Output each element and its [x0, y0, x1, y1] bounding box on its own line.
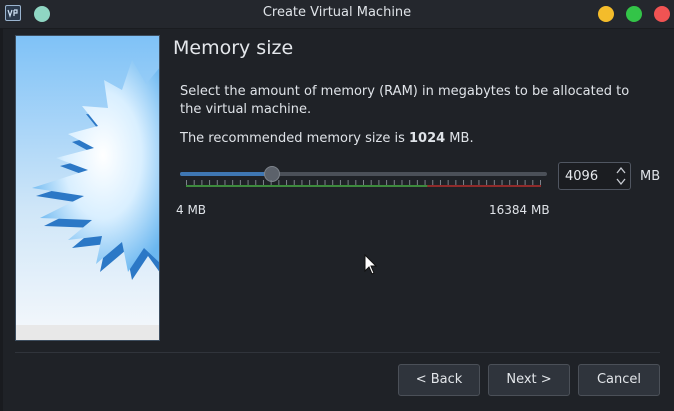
recommend-prefix: The recommended memory size is — [180, 131, 409, 146]
chevron-down-icon[interactable] — [615, 176, 627, 187]
memory-slider-fill — [180, 172, 272, 176]
window-edge — [0, 28, 3, 411]
memory-input[interactable] — [565, 168, 609, 184]
wizard-image — [15, 35, 160, 341]
footer-separator — [15, 352, 660, 353]
memory-max-label: 16384 MB — [489, 203, 550, 217]
page-title: Memory size — [173, 37, 294, 59]
recommended-value: 1024 — [408, 131, 446, 146]
chevron-up-icon[interactable] — [615, 165, 627, 176]
recommended-memory-text: The recommended memory size is 1024 MB. — [180, 131, 474, 146]
mouse-pointer-icon — [364, 254, 378, 275]
memory-slider-ticks — [186, 180, 541, 187]
recommended-range-bar — [186, 185, 428, 187]
next-button[interactable]: Next > — [488, 364, 570, 396]
memory-spinbox[interactable] — [558, 162, 631, 190]
page-description: Select the amount of memory (RAM) in meg… — [180, 84, 630, 117]
title-bar: Create Virtual Machine — [0, 0, 674, 28]
memory-unit-label: MB — [640, 169, 661, 184]
excessive-range-bar — [427, 185, 541, 187]
recommend-suffix: MB. — [445, 131, 474, 146]
close-button[interactable] — [654, 6, 670, 22]
title-separator — [0, 28, 674, 29]
memory-slider[interactable] — [180, 172, 547, 176]
maximize-button[interactable] — [626, 6, 642, 22]
cancel-button[interactable]: Cancel — [578, 364, 660, 396]
back-button[interactable]: < Back — [398, 364, 480, 396]
minimize-button[interactable] — [598, 6, 614, 22]
window-title: Create Virtual Machine — [262, 5, 412, 20]
memory-min-label: 4 MB — [176, 203, 207, 217]
